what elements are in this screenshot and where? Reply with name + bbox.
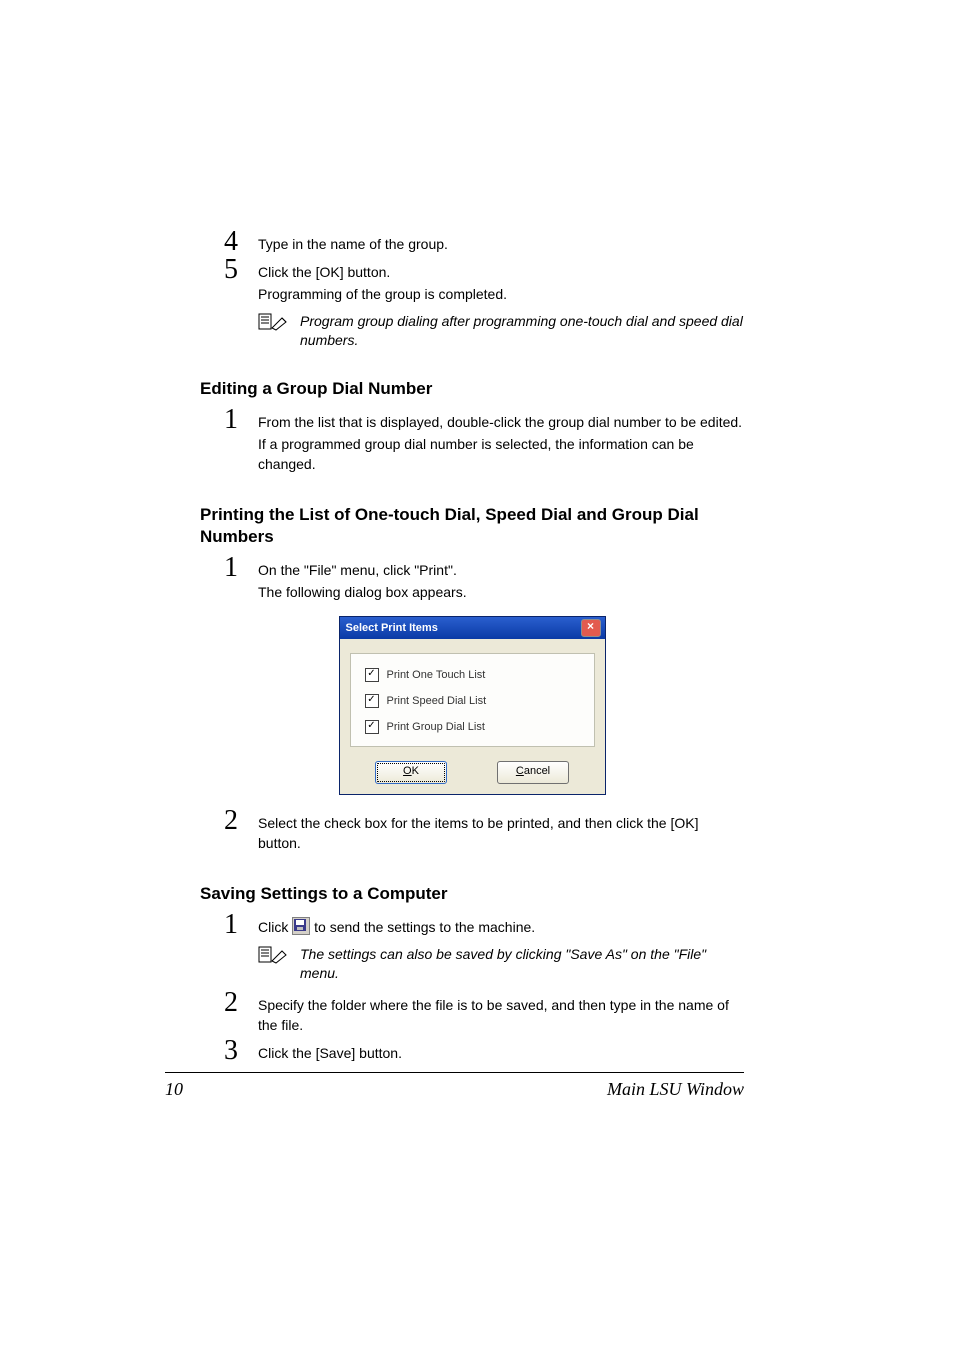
step-number-1a: 1 (224, 408, 252, 432)
save-icon (292, 917, 310, 935)
note-text-2: The settings can also be saved by clicki… (300, 945, 744, 983)
note-save-as: The settings can also be saved by clicki… (258, 945, 744, 983)
checkbox-icon: ✓ (365, 694, 379, 708)
editing-step-1-text2: If a programmed group dial number is sel… (258, 434, 744, 474)
dialog-title: Select Print Items (346, 622, 438, 634)
heading-editing-group-dial: Editing a Group Dial Number (200, 378, 744, 400)
page-footer: 10 Main LSU Window (165, 1072, 744, 1100)
step-4-text: Type in the name of the group. (258, 234, 448, 254)
saving-step-1-text: Click to send the settings to the machin… (258, 917, 535, 937)
checkbox-speed-dial[interactable]: ✓ Print Speed Dial List (365, 694, 580, 708)
select-print-items-dialog: Select Print Items × ✓ Print One Touch L… (339, 616, 606, 795)
printing-step-2-text: Select the check box for the items to be… (258, 813, 744, 853)
checkbox-label-2: Print Speed Dial List (387, 695, 487, 707)
ok-button[interactable]: OK (375, 761, 447, 784)
footer-title: Main LSU Window (607, 1079, 744, 1100)
step-number-5: 5 (224, 258, 252, 282)
main-content: 4 Type in the name of the group. 5 Click… (200, 230, 744, 1067)
step-number-3a: 3 (224, 1039, 252, 1063)
dialog-titlebar[interactable]: Select Print Items × (340, 617, 605, 639)
editing-step-1-text1: From the list that is displayed, double-… (258, 412, 744, 432)
step-number-4: 4 (224, 230, 252, 254)
saving-step-3: 3 Click the [Save] button. (224, 1039, 744, 1065)
saving-step-2: 2 Specify the folder where the file is t… (224, 991, 744, 1037)
step-number-1c: 1 (224, 913, 252, 937)
step-5-text-1: Click the [OK] button. (258, 262, 507, 282)
step-4: 4 Type in the name of the group. (224, 230, 744, 256)
printing-step-1-text1: On the "File" menu, click "Print". (258, 560, 467, 580)
checkbox-label-3: Print Group Dial List (387, 721, 485, 733)
close-icon[interactable]: × (581, 619, 601, 637)
page-number: 10 (165, 1079, 183, 1100)
checkbox-group: ✓ Print One Touch List ✓ Print Speed Dia… (350, 653, 595, 747)
note-icon (258, 946, 290, 964)
step-number-2a: 2 (224, 809, 252, 833)
note-program-group: Program group dialing after programming … (258, 312, 744, 350)
saving-step-3-text: Click the [Save] button. (258, 1043, 402, 1063)
checkbox-group-dial[interactable]: ✓ Print Group Dial List (365, 720, 580, 734)
cancel-button[interactable]: Cancel (497, 761, 569, 784)
step-number-1b: 1 (224, 556, 252, 580)
step-number-2b: 2 (224, 991, 252, 1015)
note-icon (258, 313, 290, 331)
checkbox-one-touch[interactable]: ✓ Print One Touch List (365, 668, 580, 682)
editing-step-1: 1 From the list that is displayed, doubl… (224, 408, 744, 476)
printing-step-1-text2: The following dialog box appears. (258, 582, 467, 602)
heading-printing-list: Printing the List of One-touch Dial, Spe… (200, 504, 744, 548)
step-5: 5 Click the [OK] button. Programming of … (224, 258, 744, 306)
dialog-container: Select Print Items × ✓ Print One Touch L… (200, 616, 744, 795)
checkbox-icon: ✓ (365, 720, 379, 734)
printing-step-2: 2 Select the check box for the items to … (224, 809, 744, 855)
printing-step-1: 1 On the "File" menu, click "Print". The… (224, 556, 744, 604)
saving-step-1: 1 Click to send the settings to the mach… (224, 913, 744, 939)
note-text-1: Program group dialing after programming … (300, 312, 744, 350)
steps-continued: 4 Type in the name of the group. 5 Click… (224, 230, 744, 350)
checkbox-icon: ✓ (365, 668, 379, 682)
saving-step-2-text: Specify the folder where the file is to … (258, 995, 744, 1035)
heading-saving-settings: Saving Settings to a Computer (200, 883, 744, 905)
checkbox-label-1: Print One Touch List (387, 669, 486, 681)
step-5-text-2: Programming of the group is completed. (258, 284, 507, 304)
